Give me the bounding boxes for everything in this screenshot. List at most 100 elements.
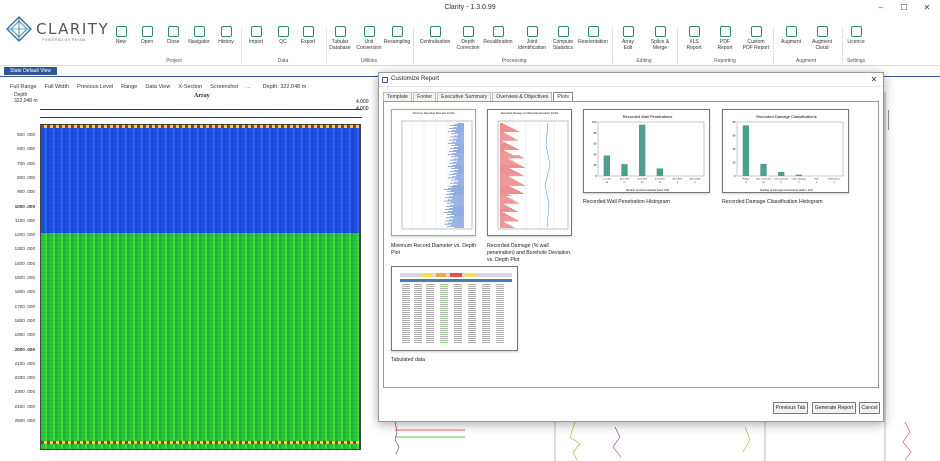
diameter-trace-segment <box>458 180 464 182</box>
table-cell <box>482 334 490 335</box>
table-cell <box>468 298 476 299</box>
damage-trace-segment <box>500 155 520 157</box>
diameter-trace-segment <box>457 137 464 139</box>
damage-trace-segment <box>500 166 523 167</box>
dialog-close-icon[interactable]: ✕ <box>869 75 879 85</box>
export-button[interactable]: Export <box>290 26 326 45</box>
cancel-button[interactable]: Cancel <box>859 402 880 414</box>
table-cell <box>402 334 410 335</box>
table-cell <box>496 326 504 327</box>
table-cell <box>440 342 448 343</box>
table-cell <box>426 326 434 327</box>
x-section-button[interactable]: X-Section <box>178 84 202 90</box>
table-cell <box>440 338 448 339</box>
diameter-trace-segment <box>455 167 464 168</box>
damage-trace-segment <box>500 193 524 194</box>
damage-trace-segment <box>500 156 522 158</box>
previous-tab-button[interactable]: Previous Tab <box>773 402 808 414</box>
table-cell <box>426 298 434 299</box>
table-cell <box>426 338 434 339</box>
more-button[interactable]: ... <box>246 84 251 90</box>
damage-trace-segment <box>500 220 519 222</box>
tab-overview-objectives[interactable]: Overview & Objectives <box>492 92 553 101</box>
tab-executive-summary[interactable]: Executive Summary <box>437 92 492 101</box>
range-button[interactable]: Range <box>121 84 137 90</box>
table-cell <box>414 326 422 327</box>
diameter-trace-segment <box>450 171 464 172</box>
tab-plots[interactable]: Plots <box>553 92 573 101</box>
table-cell <box>454 314 462 315</box>
diameter-trace-segment <box>447 191 464 192</box>
diameter-trace-segment <box>451 213 464 214</box>
diameter-trace-segment <box>452 187 464 188</box>
table-cell <box>454 322 462 323</box>
plot-thumb-wall-penetration[interactable]: Recorded Wall Penetrations 0 20 40 60 80 100 … <box>583 109 710 193</box>
table-cell <box>402 324 410 325</box>
depth-tick-label: 2100 .000 <box>14 360 35 366</box>
plot-thumb-min-diameter[interactable]: Minimum Recorded Diameter Profile <box>391 109 476 236</box>
diameter-trace-segment <box>457 149 464 150</box>
table-cell <box>426 342 434 343</box>
table-cell <box>426 320 434 321</box>
state-default-view-tab[interactable]: State Default View <box>4 67 58 75</box>
augment-cloud-button[interactable]: Augment Cloud <box>804 26 840 51</box>
diameter-trace-segment <box>456 140 464 142</box>
diameter-trace-segment <box>457 160 464 162</box>
table-cell <box>496 328 504 329</box>
plot-thumb-damage-classification[interactable]: Recorded Damage Classifications 0 20 40 60 8… <box>722 109 849 193</box>
splice-merge-button[interactable]: Splice & Merge <box>642 26 678 51</box>
resampling-button[interactable]: Resampling <box>379 26 415 45</box>
x-tick-label: 0 to 10% <box>603 178 612 181</box>
table-cell <box>496 324 504 325</box>
reorientation-button[interactable]: Reorientation <box>575 26 611 45</box>
table-cell <box>454 330 462 331</box>
maximize-button[interactable]: ☐ <box>893 0 915 14</box>
tab-template[interactable]: Template <box>383 92 413 101</box>
centralisation-button[interactable]: Centralisation <box>417 26 453 45</box>
plot-thumb-tabulated-data[interactable] <box>391 266 518 351</box>
diameter-trace-segment <box>449 196 464 198</box>
ribbon-separator <box>413 28 414 64</box>
ribbon-button-label: Tubular Database <box>329 39 351 51</box>
plot-thumb-recorded-damage[interactable]: Recorded Damage and Borehole Deviation P… <box>487 109 572 236</box>
array-image-plot[interactable] <box>40 124 360 450</box>
chart-bar <box>638 124 646 176</box>
recalibration-button[interactable]: Recalibration <box>480 26 516 45</box>
table-cell <box>402 314 410 315</box>
diameter-trace-segment <box>452 210 464 211</box>
table-cell <box>482 300 490 301</box>
recorded-damage-plot-thumbnail <box>497 120 569 230</box>
licence-icon <box>850 26 862 37</box>
generate-report-button[interactable]: Generate Report <box>812 402 856 414</box>
minimize-button[interactable]: – <box>870 0 892 14</box>
bar-value-label: 0 <box>834 182 836 184</box>
data-view-button[interactable]: Data View <box>145 84 170 90</box>
table-cell <box>468 304 476 305</box>
table-cell <box>426 312 434 313</box>
dialog-titlebar: Customize Report ✕ <box>379 73 883 87</box>
table-cell <box>454 286 462 287</box>
table-cell <box>468 286 476 287</box>
custom-pdf-report-button[interactable]: Custom PDF Report <box>738 26 774 51</box>
table-cell <box>414 328 422 329</box>
licence-button[interactable]: Licence <box>838 26 874 45</box>
table-cell <box>414 342 422 343</box>
screenshot-button[interactable]: Screenshot <box>210 84 238 90</box>
close-window-button[interactable]: ✕ <box>916 0 938 14</box>
diameter-trace-segment <box>450 125 464 126</box>
full-width-button[interactable]: Full Width <box>45 84 69 90</box>
table-cell <box>468 302 476 303</box>
diameter-trace-segment <box>450 182 464 184</box>
ribbon-button-label: History <box>218 39 234 45</box>
bar-value-label: 95 <box>641 182 644 184</box>
table-cell <box>440 300 448 301</box>
array-edit-button[interactable]: Array Edit <box>610 26 646 51</box>
tab-footer[interactable]: Footer <box>413 92 437 101</box>
damage-trace-segment <box>500 146 513 147</box>
table-cell <box>402 306 410 307</box>
damage-trace-segment <box>500 133 506 135</box>
table-cell <box>454 306 462 307</box>
full-range-button[interactable]: Full Range <box>10 84 37 90</box>
previous-level-button[interactable]: Previous Level <box>77 84 113 90</box>
diameter-trace-segment <box>456 163 464 165</box>
